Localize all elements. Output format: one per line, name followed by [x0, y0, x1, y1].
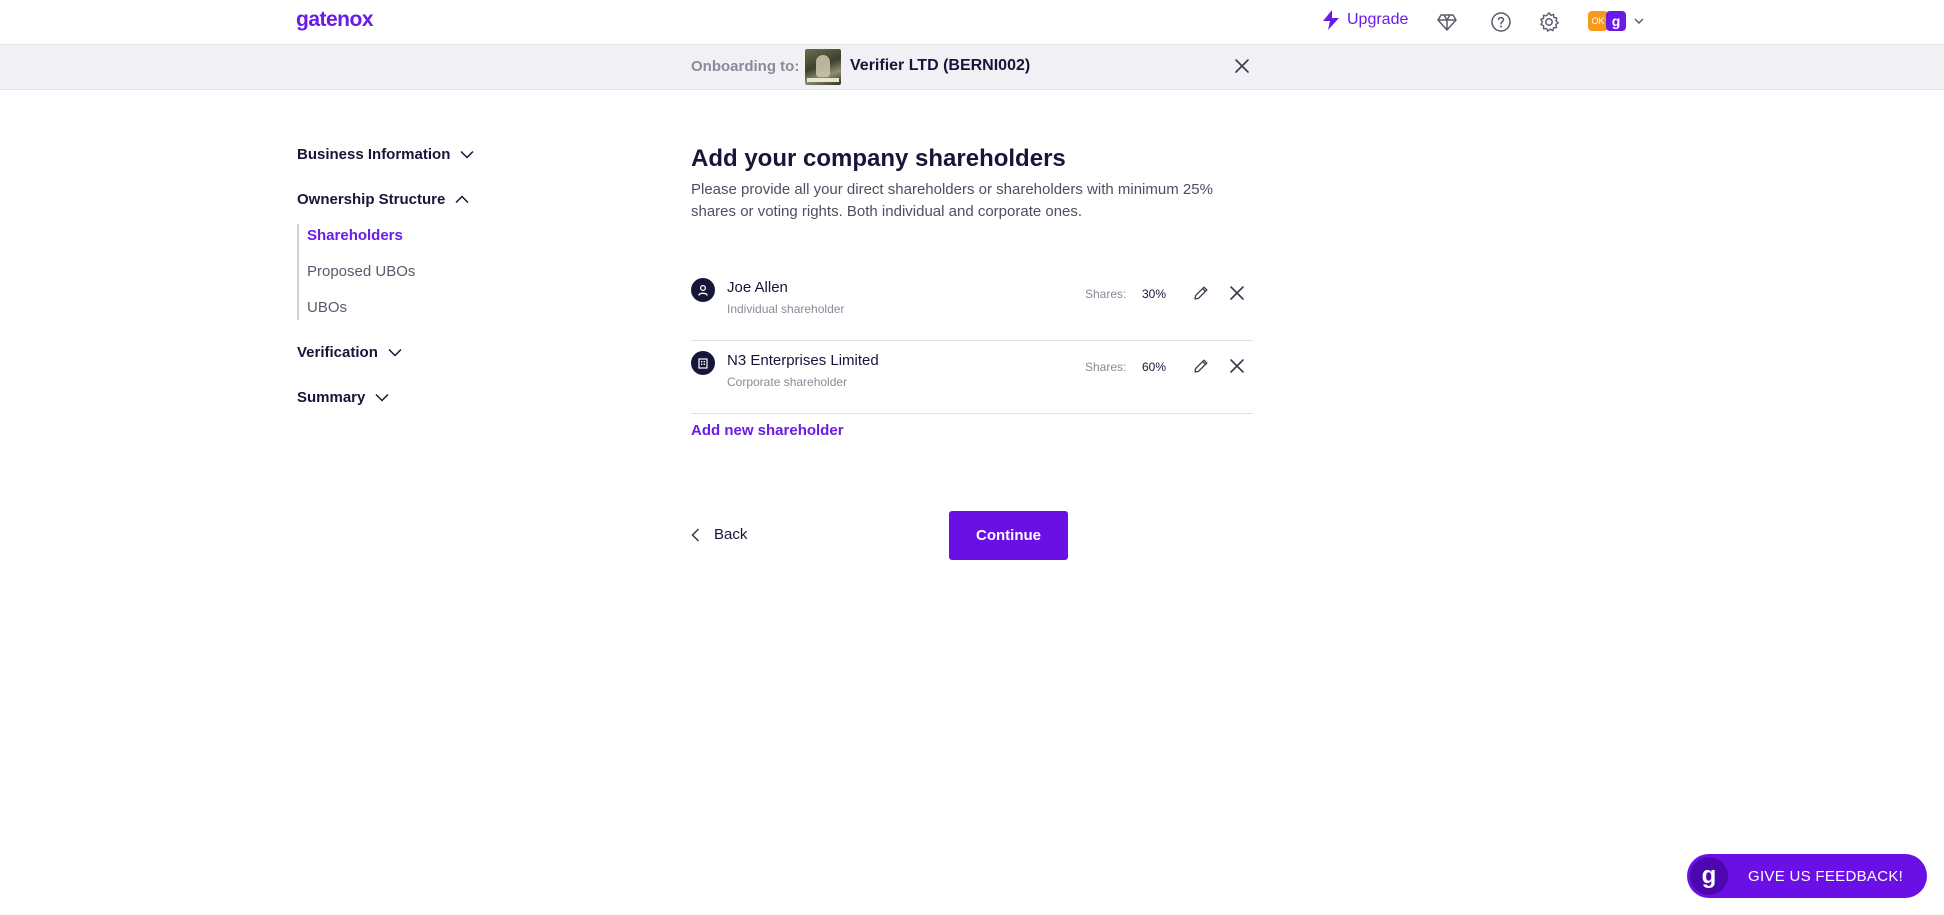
shareholder-name: N3 Enterprises Limited	[727, 352, 879, 369]
shareholder-row: Joe Allen Individual shareholder Shares:…	[691, 270, 1253, 341]
diamond-icon[interactable]	[1436, 11, 1458, 33]
add-new-shareholder-link[interactable]: Add new shareholder	[691, 422, 844, 439]
continue-button[interactable]: Continue	[949, 511, 1068, 560]
shareholder-type: Individual shareholder	[727, 302, 845, 316]
sidebar-section-ownership-structure[interactable]: Ownership Structure	[297, 191, 469, 208]
chevron-up-icon	[455, 195, 469, 204]
close-onboarding-icon[interactable]	[1232, 56, 1252, 76]
shares-value: 30%	[1142, 287, 1167, 301]
gatenox-g-icon: g	[1690, 857, 1728, 895]
sidebar-section-business-information[interactable]: Business Information	[297, 146, 474, 163]
sidebar-item-proposed-ubos[interactable]: Proposed UBOs	[307, 263, 415, 280]
feedback-label: GIVE US FEEDBACK!	[1748, 867, 1904, 885]
sidebar-section-label: Business Information	[297, 146, 451, 163]
give-feedback-button[interactable]: g GIVE US FEEDBACK!	[1687, 854, 1927, 898]
sidebar-section-label: Ownership Structure	[297, 191, 446, 208]
sidebar-item-shareholders[interactable]: Shareholders	[307, 227, 403, 244]
help-icon[interactable]	[1490, 11, 1512, 33]
upgrade-label: Upgrade	[1347, 11, 1409, 28]
back-label: Back	[714, 526, 748, 543]
onboarding-label: Onboarding to:	[691, 58, 800, 75]
remove-shareholder-icon[interactable]	[1228, 284, 1246, 302]
onboarding-company-name: Verifier LTD (BERNI002)	[850, 57, 1031, 74]
chevron-down-icon	[375, 393, 389, 402]
lightning-icon	[1323, 10, 1339, 30]
user-avatar: OK	[1588, 11, 1608, 31]
edit-pencil-icon[interactable]	[1192, 357, 1210, 375]
account-menu[interactable]: OK g	[1588, 11, 1644, 31]
shares-value: 60%	[1142, 360, 1167, 374]
sidebar-section-label: Summary	[297, 389, 366, 406]
page-description: Please provide all your direct sharehold…	[691, 181, 1213, 220]
edit-pencil-icon[interactable]	[1192, 284, 1210, 302]
remove-shareholder-icon[interactable]	[1228, 357, 1246, 375]
individual-person-icon	[691, 278, 715, 302]
settings-gear-icon[interactable]	[1538, 11, 1560, 33]
upgrade-button[interactable]: Upgrade	[1322, 10, 1408, 30]
back-button[interactable]: Back	[691, 526, 747, 543]
sidebar-section-verification[interactable]: Verification	[297, 344, 402, 361]
top-bar: gatenox Upgrade OK g	[0, 0, 1944, 45]
brand-avatar: g	[1606, 11, 1626, 31]
onboarding-banner: Onboarding to: Verifier LTD (BERNI002)	[0, 45, 1944, 90]
corporate-building-icon	[691, 351, 715, 375]
sub-nav-rail	[297, 224, 299, 320]
gatenox-logo[interactable]: gatenox	[296, 8, 374, 32]
shares-label: Shares:	[1085, 360, 1127, 374]
chevron-left-icon	[691, 527, 700, 542]
chevron-down-icon	[388, 348, 402, 357]
sidebar-section-label: Verification	[297, 344, 378, 361]
sidebar-section-summary[interactable]: Summary	[297, 389, 389, 406]
chevron-down-icon	[1634, 18, 1644, 25]
shareholder-name: Joe Allen	[727, 279, 788, 296]
shareholder-row: N3 Enterprises Limited Corporate shareho…	[691, 343, 1253, 414]
chevron-down-icon	[460, 150, 474, 159]
company-thumbnail	[805, 49, 841, 85]
shares-label: Shares:	[1085, 287, 1127, 301]
shareholder-type: Corporate shareholder	[727, 375, 848, 389]
sidebar-item-ubos[interactable]: UBOs	[307, 299, 347, 316]
page-title: Add your company shareholders	[691, 145, 1066, 172]
